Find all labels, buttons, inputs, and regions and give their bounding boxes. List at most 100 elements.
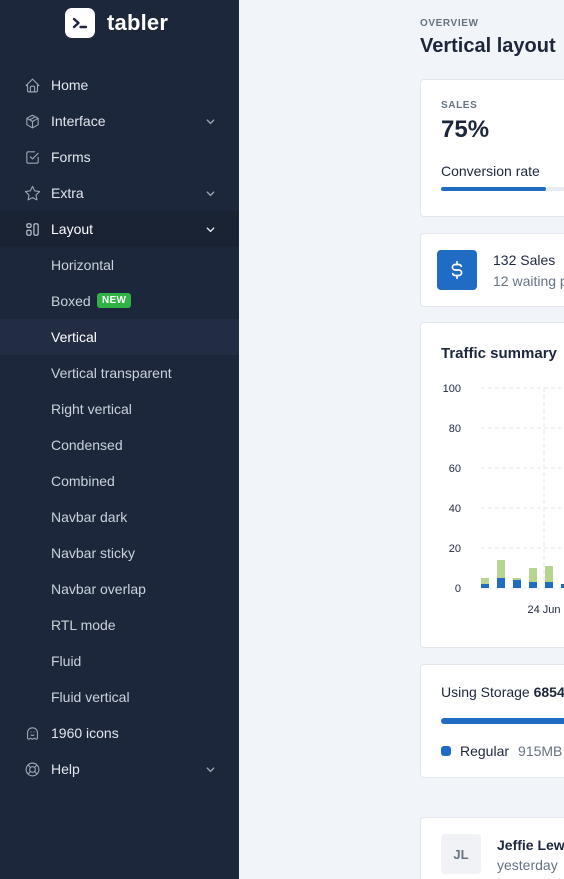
storage-title: Using Storage 6854 [441, 684, 564, 700]
sidebar-subitem-label: Fluid vertical [51, 689, 130, 705]
brand[interactable]: tabler [65, 8, 168, 38]
sidebar-item-layout[interactable]: Layout [0, 211, 239, 247]
chart-bar [481, 578, 489, 584]
currency-dollar-icon [437, 250, 477, 290]
sidebar-subitem-navbar-dark[interactable]: Navbar dark [0, 499, 239, 535]
checkbox-icon [26, 151, 39, 164]
chart-y-tick-label: 20 [449, 543, 461, 555]
chart-y-tick-label: 40 [449, 503, 461, 515]
sidebar-subitem-boxed[interactable]: Boxed NEW [0, 283, 239, 319]
sidebar-subitem-right-vertical[interactable]: Right vertical [0, 391, 239, 427]
storage-legend: Regular 915MB [441, 743, 562, 759]
sidebar-subitem-label: Right vertical [51, 401, 132, 417]
chart-bar [545, 566, 553, 582]
chevron-down-icon [206, 227, 215, 233]
sales-subheader: SALES [441, 100, 478, 111]
sidebar-subitem-navbar-overlap[interactable]: Navbar overlap [0, 571, 239, 607]
lifebuoy-icon [25, 762, 40, 777]
tabler-logo-icon [65, 8, 95, 38]
sidebar-item-label: Help [51, 761, 80, 777]
chart-y-tick-label: 80 [449, 423, 461, 435]
chart-bar [513, 578, 521, 580]
ghost-icon [26, 727, 39, 740]
sidebar-item-home[interactable]: Home [0, 67, 239, 103]
legend-label: Regular [460, 743, 510, 759]
sales-card: SALES 75% Conversion rate [420, 79, 564, 217]
sales-count-subtitle: 12 waiting p [493, 273, 564, 289]
sidebar-item-label: Home [51, 77, 89, 93]
sidebar-subitem-label: RTL mode [51, 617, 116, 633]
sidebar-subitem-vertical[interactable]: Vertical [0, 319, 239, 355]
chevron-down-icon [206, 119, 215, 125]
new-badge: NEW [97, 293, 132, 308]
sidebar-subitem-label: Vertical transparent [51, 365, 172, 381]
sidebar-item-label: 1960 icons [51, 725, 119, 741]
chart-bar [497, 578, 505, 588]
home-icon [25, 78, 40, 93]
sidebar-subitem-combined[interactable]: Combined [0, 463, 239, 499]
sidebar-subitem-label: Boxed [51, 293, 91, 309]
page-pretitle: OVERVIEW [420, 18, 479, 29]
chart-bar [529, 582, 537, 588]
chart-y-tick-label: 60 [449, 463, 461, 475]
sales-count-card: 132 Sales 12 waiting p [420, 233, 564, 307]
sidebar-subitem-fluid[interactable]: Fluid [0, 643, 239, 679]
sidebar-item-icons[interactable]: 1960 icons [0, 715, 239, 751]
star-icon [24, 185, 41, 201]
sidebar-subitem-label: Combined [51, 473, 115, 489]
sidebar-subitem-label: Horizontal [51, 257, 115, 273]
user-name[interactable]: Jeffie Lewz [497, 837, 564, 853]
sidebar-item-label: Layout [51, 221, 94, 237]
sidebar-item-extra[interactable]: Extra [0, 175, 239, 211]
sidebar-subitem-label: Vertical [51, 329, 97, 345]
storage-amount: 6854 [533, 684, 564, 700]
chevron-down-icon [206, 191, 215, 197]
traffic-chart: 100 80 60 40 20 0 24 Jun [443, 383, 564, 616]
sidebar-item-help[interactable]: Help [0, 751, 239, 787]
traffic-summary-card: Traffic summary 100 80 60 40 20 0 24 Jun [420, 322, 564, 648]
sidebar: tabler Home Interface Forms Extra Layout… [0, 0, 239, 879]
sidebar-subitem-label: Navbar sticky [51, 545, 136, 561]
conversion-progress-fill [441, 187, 546, 191]
conversion-progress-bar [441, 187, 564, 191]
sidebar-subitem-label: Navbar overlap [51, 581, 146, 597]
storage-title-prefix: Using Storage [441, 684, 534, 700]
chart-x-tick-label: 24 Jun [527, 604, 560, 616]
sidebar-subitem-horizontal[interactable]: Horizontal [0, 247, 239, 283]
chart-bar [481, 584, 489, 588]
layout-icon [26, 223, 39, 236]
sidebar-item-interface[interactable]: Interface [0, 103, 239, 139]
chart-bar [513, 580, 521, 588]
sidebar-subitem-label: Navbar dark [51, 509, 128, 525]
chart-bar [545, 582, 553, 588]
user-time: yesterday [497, 857, 558, 873]
sidebar-item-label: Interface [51, 113, 106, 129]
sidebar-subitem-label: Condensed [51, 437, 123, 453]
sidebar-subitem-navbar-sticky[interactable]: Navbar sticky [0, 535, 239, 571]
chart-y-tick-label: 0 [455, 583, 461, 595]
package-icon [26, 114, 39, 129]
legend-dot [441, 746, 451, 756]
legend-value: 915MB [518, 743, 563, 759]
chart-bar [529, 568, 537, 582]
chart-bar [497, 560, 505, 578]
sidebar-item-forms[interactable]: Forms [0, 139, 239, 175]
sales-value: 75% [441, 116, 490, 143]
storage-card: Using Storage 6854 Regular 915MB [420, 664, 564, 778]
sidebar-subitem-condensed[interactable]: Condensed [0, 427, 239, 463]
sidebar-subitem-rtl-mode[interactable]: RTL mode [0, 607, 239, 643]
user-card: JL Jeffie Lewz yesterday [420, 817, 564, 879]
sidebar-subitem-label: Fluid [51, 653, 82, 669]
sales-count-title: 132 Sales [493, 252, 556, 268]
chevron-down-icon [206, 767, 215, 773]
sidebar-subitem-fluid-vertical[interactable]: Fluid vertical [0, 679, 239, 715]
sidebar-item-label: Extra [51, 185, 84, 201]
chart-y-tick-label: 100 [443, 383, 461, 395]
conversion-rate-label: Conversion rate [441, 163, 540, 179]
traffic-summary-title: Traffic summary [441, 345, 557, 362]
storage-usage-bar [441, 718, 564, 724]
sidebar-subitem-vertical-transparent[interactable]: Vertical transparent [0, 355, 239, 391]
avatar: JL [441, 834, 481, 874]
brand-name: tabler [107, 10, 169, 35]
page-title: Vertical layout [420, 35, 556, 57]
